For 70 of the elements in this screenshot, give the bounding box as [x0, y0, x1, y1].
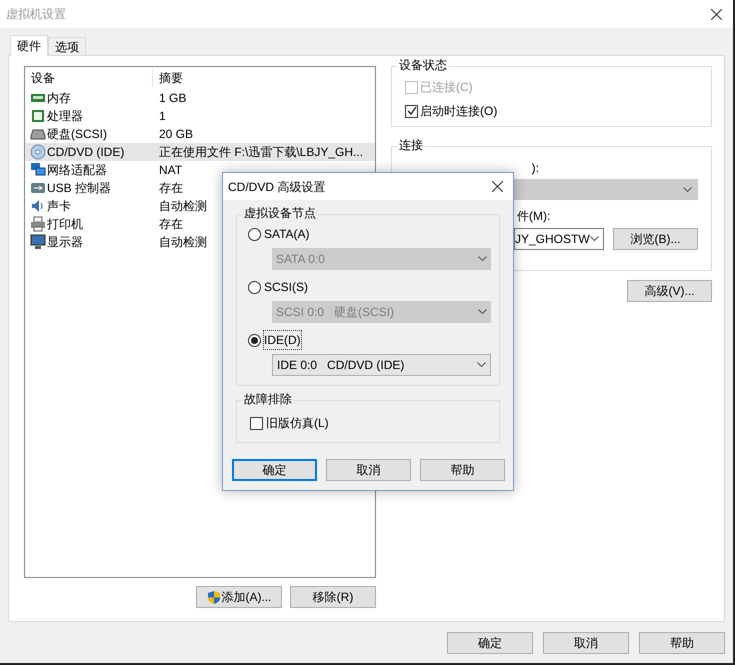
group-title: 故障排除 [242, 392, 294, 406]
dialog-title: CD/DVD 高级设置 [228, 178, 326, 196]
dialog-button[interactable]: 浏览(B)... [613, 228, 698, 250]
device-summary: 正在使用文件 F:\迅雷下载\LBJY_GH... [158, 144, 364, 161]
checkbox-label: 启动时连接(O) [420, 103, 498, 120]
device-name: 处理器 [47, 108, 83, 125]
device-summary: 20 GB [158, 126, 194, 143]
close-icon[interactable] [711, 8, 722, 20]
device-summary: 存在 [158, 180, 183, 197]
checkbox[interactable] [250, 416, 263, 430]
device-name: 打印机 [47, 216, 83, 233]
group-title: 设备状态 [397, 58, 449, 72]
dialog-button[interactable]: 高级(V)... [627, 280, 712, 302]
tab[interactable]: 选项 [48, 37, 86, 55]
dialog-button[interactable]: 取消 [543, 632, 629, 654]
device-name: 声卡 [47, 198, 71, 215]
device-name: 显示器 [47, 234, 83, 251]
device-summary: 1 [158, 108, 166, 125]
option-label-fragment: ): [532, 160, 539, 177]
device-name: USB 控制器 [47, 180, 112, 197]
device-name: 硬盘(SCSI) [47, 126, 107, 143]
device-summary: 1 GB [158, 90, 186, 107]
device-summary: 自动检测 [158, 198, 207, 215]
shield-icon [206, 590, 220, 604]
chevron-down-icon [477, 362, 486, 368]
chevron-down-icon [683, 186, 692, 192]
monitor-icon [30, 234, 46, 250]
dialog-button[interactable]: 移除(R) [290, 586, 376, 608]
option-label-fragment: 件(M): [517, 208, 550, 225]
checkbox-label: 旧版仿真(L) [266, 415, 329, 432]
chip-icon [30, 108, 46, 124]
node-dropdown[interactable]: IDE 0:0 CD/DVD (IDE) [272, 354, 491, 376]
device-summary: 自动检测 [158, 234, 207, 251]
radio-label: SATA(A) [264, 226, 310, 243]
chevron-down-icon [590, 236, 599, 242]
group-title: 虚拟设备节点 [242, 206, 318, 220]
device-row[interactable]: 硬盘(SCSI) 20 GB [25, 125, 375, 143]
checkbox[interactable] [405, 104, 418, 118]
window-title: 虚拟机设置 [6, 6, 66, 23]
device-name: CD/DVD (IDE) [47, 144, 124, 161]
device-row[interactable]: 处理器 1 [25, 107, 375, 125]
device-name: 内存 [47, 90, 71, 107]
dialog-button[interactable]: 取消 [326, 459, 411, 481]
device-summary: NAT [158, 162, 182, 179]
checkbox-label: 已连接(C) [420, 79, 473, 96]
device-name: 网络适配器 [47, 162, 107, 179]
dialog-button[interactable]: 帮助 [639, 632, 725, 654]
dialog-button[interactable]: 帮助 [420, 459, 505, 481]
group-title: 连接 [397, 138, 425, 152]
column-header[interactable]: 设备 [25, 69, 153, 87]
column-header[interactable]: 摘要 [153, 69, 183, 87]
device-row[interactable]: CD/DVD (IDE) 正在使用文件 F:\迅雷下载\LBJY_GH... [25, 143, 375, 161]
add-button[interactable]: 添加(A)... [196, 586, 282, 608]
device-row[interactable]: 网络适配器 NAT [25, 161, 375, 179]
usb-icon [30, 180, 46, 196]
iso-path-field[interactable]: JY_GHOSTW [514, 228, 604, 250]
disc-icon [30, 144, 46, 160]
chevron-down-icon [478, 309, 487, 315]
dialog-button[interactable]: 确定 [447, 632, 533, 654]
chevron-down-icon [478, 256, 487, 262]
device-row[interactable]: 内存 1 GB [25, 89, 375, 107]
close-icon[interactable] [492, 181, 503, 192]
radio-label: SCSI(S) [264, 279, 308, 296]
radio-label: IDE(D) [264, 331, 301, 349]
dialog-button[interactable]: 确定 [232, 459, 317, 481]
printer-icon [30, 216, 46, 232]
network-computers-icon [30, 162, 46, 178]
device-summary: 存在 [158, 216, 183, 233]
radio-button[interactable] [248, 334, 261, 346]
tab[interactable]: 硬件 [10, 35, 48, 56]
